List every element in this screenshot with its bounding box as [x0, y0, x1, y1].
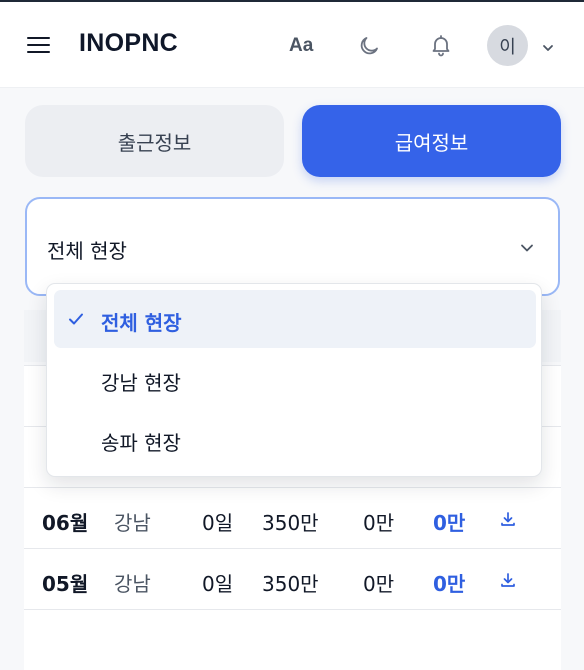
- download-icon: [501, 573, 515, 587]
- base-pay-cell: 350만: [262, 572, 319, 596]
- chevron-down-icon: [543, 45, 553, 51]
- site-option-label: 전체 현장: [101, 311, 182, 335]
- brand-logo: INOPNC: [79, 29, 179, 57]
- table-row: 05월 강남 0일 350만 0만 0만: [24, 548, 561, 609]
- account-menu-chevron[interactable]: [541, 40, 555, 59]
- site-cell: 강남: [114, 572, 151, 596]
- table-row: [24, 609, 561, 670]
- month-cell: 05월: [42, 572, 89, 596]
- days-cell: 0일: [202, 572, 234, 596]
- site-option-songpa[interactable]: 송파 현장: [54, 410, 536, 468]
- dark-mode-toggle[interactable]: [357, 34, 381, 62]
- deduction-cell: 0만: [363, 511, 395, 535]
- bell-icon: [432, 35, 450, 57]
- download-button[interactable]: [499, 570, 517, 594]
- month-cell: 06월: [42, 511, 89, 535]
- site-dropdown-menu: 전체 현장 강남 현장 송파 현장: [46, 283, 542, 477]
- table-row: 06월 강남 0일 350만 0만 0만: [24, 487, 561, 548]
- site-option-gangnam[interactable]: 강남 현장: [54, 350, 536, 408]
- download-icon: [501, 512, 515, 526]
- font-size-button[interactable]: Aa: [289, 35, 313, 57]
- net-pay-cell: 0만: [433, 511, 466, 535]
- site-option-all[interactable]: 전체 현장: [54, 290, 536, 348]
- site-option-label: 강남 현장: [101, 371, 181, 395]
- site-select-value: 전체 현장: [47, 239, 127, 263]
- net-pay-cell: 0만: [433, 572, 466, 596]
- tab-attendance-info[interactable]: 출근정보: [25, 105, 284, 177]
- moon-icon: [360, 37, 378, 55]
- user-avatar[interactable]: 이: [487, 25, 528, 66]
- site-select[interactable]: 전체 현장: [25, 197, 560, 296]
- download-button[interactable]: [499, 509, 517, 533]
- site-cell: 강남: [114, 511, 151, 535]
- notifications-button[interactable]: [429, 33, 453, 61]
- days-cell: 0일: [202, 511, 234, 535]
- base-pay-cell: 350만: [262, 511, 319, 535]
- deduction-cell: 0만: [363, 572, 395, 596]
- tab-salary-info[interactable]: 급여정보: [302, 105, 561, 177]
- menu-icon[interactable]: [27, 35, 51, 55]
- top-app-bar: INOPNC Aa 이: [0, 0, 584, 88]
- check-icon: [69, 313, 83, 325]
- site-option-label: 송파 현장: [101, 431, 181, 455]
- chevron-down-icon: [521, 244, 533, 252]
